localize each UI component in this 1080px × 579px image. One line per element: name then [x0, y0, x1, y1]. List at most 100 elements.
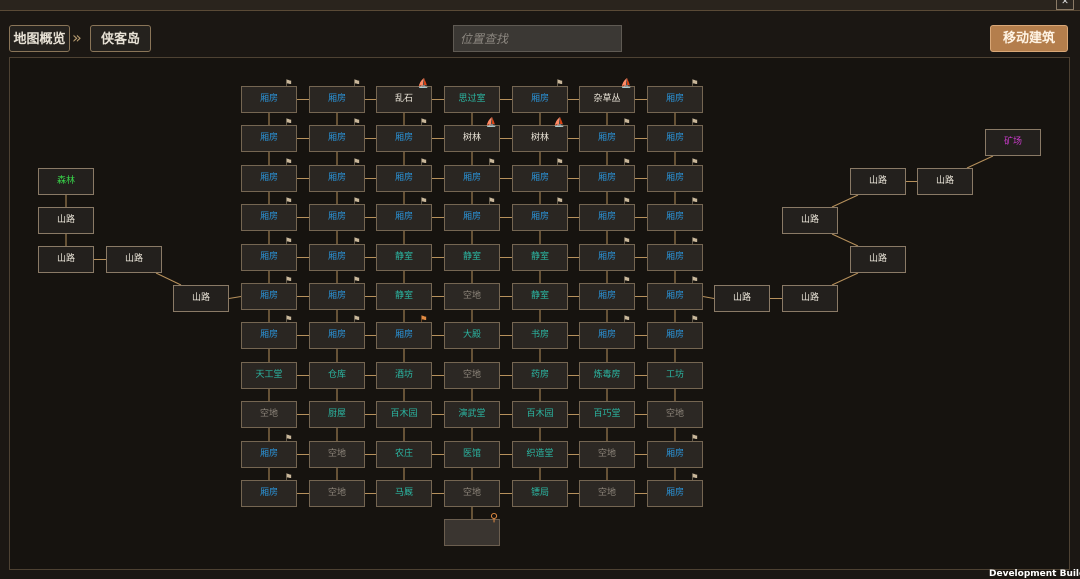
building-cell-bld[interactable]: 镖局: [512, 480, 568, 507]
building-cell-room[interactable]: 厢房: [309, 204, 365, 231]
flag-icon: ⚑: [690, 158, 699, 168]
building-cell-bld[interactable]: 酒坊: [376, 362, 432, 389]
building-cell-empty[interactable]: 空地: [444, 283, 500, 310]
building-cell-room[interactable]: 厢房: [647, 441, 703, 468]
building-cell-room[interactable]: 厢房: [647, 86, 703, 113]
building-cell-room[interactable]: 厢房: [512, 86, 568, 113]
building-cell-bld[interactable]: 工坊: [647, 362, 703, 389]
building-cell-room[interactable]: 厢房: [241, 125, 297, 152]
building-cell-empty[interactable]: 空地: [579, 480, 635, 507]
building-cell-room[interactable]: 厢房: [241, 283, 297, 310]
building-cell-room[interactable]: 厢房: [309, 86, 365, 113]
building-cell-empty[interactable]: 空地: [309, 480, 365, 507]
building-cell-bld[interactable]: 药房: [512, 362, 568, 389]
building-cell-room[interactable]: 厢房: [647, 204, 703, 231]
building-cell-room[interactable]: 厢房: [376, 165, 432, 192]
building-cell-room[interactable]: 厢房: [579, 322, 635, 349]
building-cell-room[interactable]: 厢房: [309, 244, 365, 271]
building-cell-bld[interactable]: 农庄: [376, 441, 432, 468]
building-cell-bld[interactable]: 马厩: [376, 480, 432, 507]
building-cell-bld[interactable]: 仓库: [309, 362, 365, 389]
building-cell-room[interactable]: 厢房: [309, 125, 365, 152]
close-button[interactable]: ✕: [1056, 0, 1074, 10]
building-cell-room[interactable]: 厢房: [579, 165, 635, 192]
building-cell-room[interactable]: 厢房: [241, 86, 297, 113]
breadcrumb-current-location[interactable]: 侠客岛: [90, 25, 151, 52]
building-cell-empty[interactable]: 空地: [241, 401, 297, 428]
building-cell-bld[interactable]: 演武堂: [444, 401, 500, 428]
building-cell-empty[interactable]: 空地: [444, 362, 500, 389]
building-cell-bld[interactable]: 大殿: [444, 322, 500, 349]
building-cell-bld[interactable]: 百木园: [376, 401, 432, 428]
building-cell-room[interactable]: 厢房: [579, 125, 635, 152]
building-cell-empty[interactable]: 空地: [309, 441, 365, 468]
building-cell-room[interactable]: 厢房: [241, 322, 297, 349]
building-cell-room[interactable]: 厢房: [647, 322, 703, 349]
building-cell-bld[interactable]: 静室: [376, 283, 432, 310]
building-cell-empty[interactable]: 空地: [579, 441, 635, 468]
building-cell-empty[interactable]: 空地: [444, 480, 500, 507]
east-path-road1[interactable]: 山路: [714, 285, 770, 312]
building-cell-bld[interactable]: 静室: [376, 244, 432, 271]
double-chevron-icon: »: [72, 28, 82, 47]
building-cell-bld[interactable]: 医馆: [444, 441, 500, 468]
building-cell-bld[interactable]: 织造堂: [512, 441, 568, 468]
building-cell-room[interactable]: 厢房: [241, 204, 297, 231]
building-cell-white[interactable]: 树林: [512, 125, 568, 152]
building-cell-bld[interactable]: 静室: [512, 244, 568, 271]
east-path-road2[interactable]: 山路: [782, 285, 838, 312]
building-cell-room[interactable]: 厢房: [376, 322, 432, 349]
building-cell-room[interactable]: 厢房: [647, 283, 703, 310]
building-cell-room[interactable]: 厢房: [579, 283, 635, 310]
building-cell-room[interactable]: 厢房: [241, 480, 297, 507]
east-path-road3[interactable]: 山路: [850, 246, 906, 273]
building-cell-bld[interactable]: 书房: [512, 322, 568, 349]
building-cell-room[interactable]: 厢房: [241, 441, 297, 468]
east-path-mine[interactable]: 矿场: [985, 129, 1041, 156]
location-search-input[interactable]: [453, 25, 622, 52]
flag-icon: ⚑: [690, 79, 699, 89]
west-path-road1[interactable]: 山路: [38, 207, 94, 234]
building-cell-bld[interactable]: 炼毒房: [579, 362, 635, 389]
west-path-road4[interactable]: 山路: [173, 285, 229, 312]
building-cell-room[interactable]: 厢房: [309, 283, 365, 310]
building-cell-room[interactable]: 厢房: [241, 165, 297, 192]
building-cell-white[interactable]: 树林: [444, 125, 500, 152]
building-cell-bld[interactable]: 百木园: [512, 401, 568, 428]
west-path-road2[interactable]: 山路: [38, 246, 94, 273]
building-cell-room[interactable]: 厢房: [444, 165, 500, 192]
building-cell-room[interactable]: 厢房: [647, 480, 703, 507]
building-cell-room[interactable]: 厢房: [444, 204, 500, 231]
building-cell-bld[interactable]: 天工堂: [241, 362, 297, 389]
building-cell-bld[interactable]: 静室: [512, 283, 568, 310]
building-cell-bld[interactable]: 百巧堂: [579, 401, 635, 428]
building-cell-bld[interactable]: 思过室: [444, 86, 500, 113]
flag-icon: ⚑: [622, 237, 631, 247]
building-cell-room[interactable]: 厢房: [309, 165, 365, 192]
east-path-road5[interactable]: 山路: [850, 168, 906, 195]
building-cell-bld[interactable]: 静室: [444, 244, 500, 271]
breadcrumb-map-overview[interactable]: 地图概览: [9, 25, 70, 52]
building-cell-bld[interactable]: 厨屋: [309, 401, 365, 428]
west-path-forest[interactable]: 森林: [38, 168, 94, 195]
building-cell-room[interactable]: 厢房: [579, 244, 635, 271]
building-cell-room[interactable]: 厢房: [512, 204, 568, 231]
building-cell-room[interactable]: 厢房: [309, 322, 365, 349]
building-cell-room[interactable]: 厢房: [647, 244, 703, 271]
flag-icon: ⚑: [622, 315, 631, 325]
move-building-button[interactable]: 移动建筑: [990, 25, 1068, 52]
east-path-road6[interactable]: 山路: [917, 168, 973, 195]
building-cell-white[interactable]: 杂草丛: [579, 86, 635, 113]
west-path-road3[interactable]: 山路: [106, 246, 162, 273]
building-cell-empty[interactable]: 空地: [647, 401, 703, 428]
building-cell-white[interactable]: 乱石: [376, 86, 432, 113]
building-cell-room[interactable]: 厢房: [647, 165, 703, 192]
building-cell-room[interactable]: 厢房: [579, 204, 635, 231]
building-cell-room[interactable]: 厢房: [376, 125, 432, 152]
building-cell-room[interactable]: 厢房: [512, 165, 568, 192]
building-cell-room[interactable]: 厢房: [647, 125, 703, 152]
building-cell-room[interactable]: 厢房: [241, 244, 297, 271]
east-path-road4[interactable]: 山路: [782, 207, 838, 234]
flag-icon: ⚑: [284, 473, 293, 483]
building-cell-room[interactable]: 厢房: [376, 204, 432, 231]
